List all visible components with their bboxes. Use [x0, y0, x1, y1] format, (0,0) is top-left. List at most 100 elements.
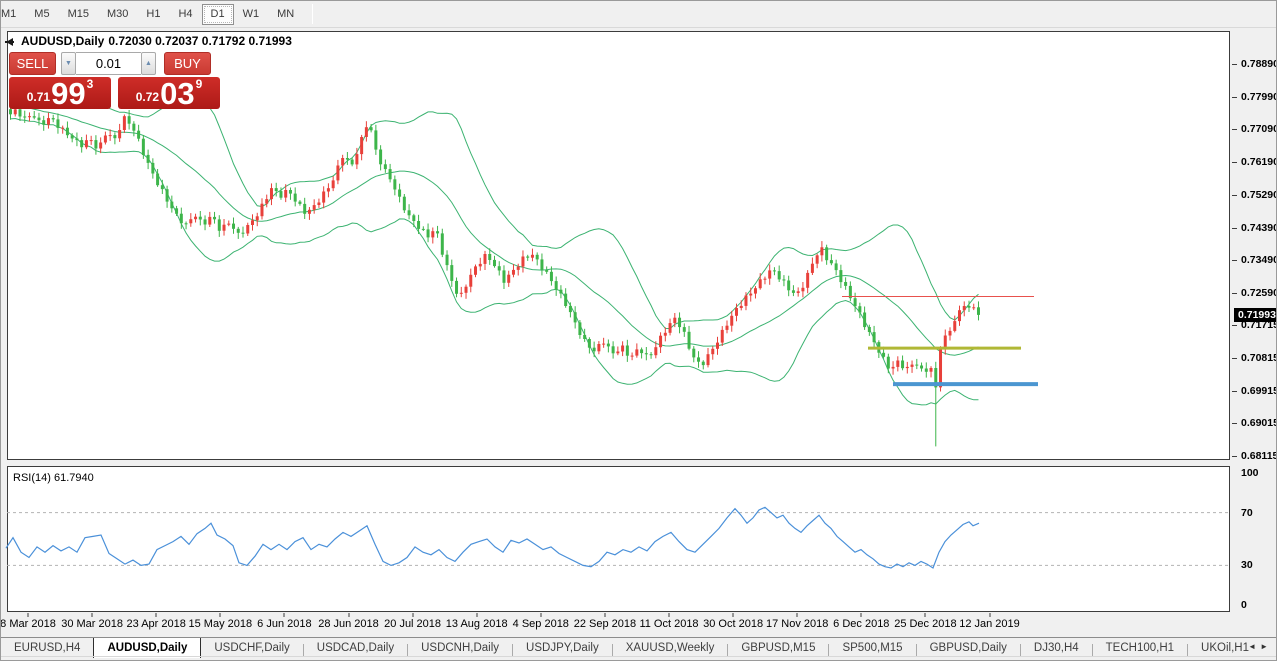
price-tick-mark — [1232, 456, 1237, 457]
symbol-tab-usdchf[interactable]: USDCHF,Daily — [201, 638, 302, 658]
price-tick-mark — [1232, 129, 1237, 130]
date-label: 12 Jan 2019 — [959, 618, 1020, 630]
chart-title-quote: 0.72030 0.72037 0.71792 0.71993 — [108, 34, 292, 48]
date-tick-mark — [92, 613, 93, 617]
price-tick-mark — [1232, 325, 1237, 326]
symbol-tab-usdcnh[interactable]: USDCNH,Daily — [408, 638, 512, 658]
date-tick-mark — [476, 613, 477, 617]
chevron-down-icon: ▼ — [65, 60, 72, 67]
date-tick-mark — [797, 613, 798, 617]
rsi-tick-label: 0 — [1241, 599, 1247, 611]
lot-increase-button[interactable]: ▲ — [141, 52, 156, 75]
price-tick-label: 0.77090 — [1241, 123, 1277, 135]
date-label: 6 Dec 2018 — [833, 618, 889, 630]
symbol-tab-tech100[interactable]: TECH100,H1 — [1093, 638, 1187, 658]
sell-price-prefix: 0.71 — [27, 90, 50, 104]
tab-scroll-left-icon[interactable]: ◄ — [1248, 642, 1260, 651]
timeframe-button-m15[interactable]: M15 — [59, 4, 98, 25]
price-tick-label: 0.77990 — [1241, 91, 1277, 103]
date-label: 15 May 2018 — [188, 618, 252, 630]
buy-price-big: 03 — [160, 80, 194, 108]
tab-scroll-right-icon[interactable]: ► — [1260, 642, 1272, 651]
buy-quote-box[interactable]: 0.72 03 9 — [118, 77, 220, 109]
buy-button[interactable]: BUY — [164, 52, 211, 75]
price-tick-label: 0.73490 — [1241, 254, 1277, 266]
date-tick-mark — [284, 613, 285, 617]
price-tick-label: 0.69015 — [1241, 417, 1277, 429]
symbol-tab-gbpusd[interactable]: GBPUSD,Daily — [917, 638, 1020, 658]
price-tick-label: 0.76190 — [1241, 156, 1277, 168]
rsi-tick-label: 100 — [1241, 467, 1259, 479]
date-label: 4 Sep 2018 — [513, 618, 569, 630]
timeframe-button-h1[interactable]: H1 — [137, 4, 169, 25]
symbol-tab-gbpusd[interactable]: GBPUSD,M15 — [728, 638, 828, 658]
date-tick-mark — [220, 613, 221, 617]
date-tick-mark — [156, 613, 157, 617]
buy-price-pipette: 9 — [196, 77, 203, 91]
price-tick-mark — [1232, 162, 1237, 163]
symbol-tab-usdjpy[interactable]: USDJPY,Daily — [513, 638, 612, 658]
date-label: 13 Aug 2018 — [446, 618, 508, 630]
timeframe-button-d1[interactable]: D1 — [202, 4, 234, 25]
date-tick-mark — [733, 613, 734, 617]
timeframe-button-m5[interactable]: M5 — [25, 4, 58, 25]
chart-title: AUDUSD,Daily 0.72030 0.72037 0.71792 0.71… — [21, 34, 296, 48]
rsi-tick-label: 30 — [1241, 559, 1253, 571]
price-tick-label: 0.70815 — [1241, 352, 1277, 364]
rsi-indicator-pane[interactable] — [7, 466, 1230, 612]
price-tick-mark — [1232, 195, 1237, 196]
timeframe-button-m30[interactable]: M30 — [98, 4, 137, 25]
date-tick-mark — [861, 613, 862, 617]
date-tick-mark — [925, 613, 926, 617]
price-tick-label: 0.78890 — [1241, 58, 1277, 70]
trading-app-window: M1M5M15M30H1H4D1W1MN AUDUSD,Daily0.72030… — [0, 0, 1277, 661]
date-label: 25 Dec 2018 — [894, 618, 956, 630]
date-label: 6 Jun 2018 — [257, 618, 311, 630]
sell-quote-box[interactable]: 0.71 99 3 — [9, 77, 111, 109]
price-tick-mark — [1232, 64, 1237, 65]
buy-price-prefix: 0.72 — [136, 90, 159, 104]
chart-collapse-icon[interactable] — [6, 38, 13, 46]
chart-title-symbol: AUDUSD,Daily — [21, 34, 104, 48]
date-tick-mark — [604, 613, 605, 617]
price-tick-label: 0.68115 — [1241, 450, 1277, 462]
lot-size-input[interactable] — [76, 52, 141, 75]
price-tick-label: 0.75290 — [1241, 189, 1277, 201]
sell-price-pipette: 3 — [87, 77, 94, 91]
chevron-up-icon: ▲ — [145, 60, 152, 67]
date-tick-mark — [412, 613, 413, 617]
symbol-tab-dj30[interactable]: DJ30,H4 — [1021, 638, 1092, 658]
symbol-tab-audusd[interactable]: AUDUSD,Daily — [93, 637, 201, 658]
price-tick-label: 0.69915 — [1241, 385, 1277, 397]
timeframe-button-w1[interactable]: W1 — [234, 4, 269, 25]
date-label: 17 Nov 2018 — [766, 618, 828, 630]
sell-price-big: 99 — [51, 80, 85, 108]
symbol-tab-usdcad[interactable]: USDCAD,Daily — [304, 638, 407, 658]
date-label: 11 Oct 2018 — [639, 618, 698, 630]
one-click-trade-panel: SELL ▼ ▲ BUY 0.71 99 3 0.72 03 9 — [9, 52, 220, 109]
date-label: 22 Sep 2018 — [574, 618, 636, 630]
sell-button[interactable]: SELL — [9, 52, 56, 75]
price-tick-mark — [1232, 423, 1237, 424]
timeframe-button-m1[interactable]: M1 — [1, 4, 25, 25]
date-label: 23 Apr 2018 — [127, 618, 186, 630]
date-label: 20 Jul 2018 — [384, 618, 441, 630]
rsi-indicator-label: RSI(14) 61.7940 — [13, 472, 94, 484]
lot-decrease-button[interactable]: ▼ — [61, 52, 76, 75]
symbol-tab-bar: EURUSD,H4AUDUSD,DailyUSDCHF,DailyUSDCAD,… — [1, 637, 1277, 661]
timeframe-button-mn[interactable]: MN — [268, 4, 303, 25]
price-tick-mark — [1232, 391, 1237, 392]
symbol-tab-xauusd[interactable]: XAUUSD,Weekly — [613, 638, 728, 658]
timeframe-button-h4[interactable]: H4 — [169, 4, 201, 25]
tabbar-bottom-line — [1, 656, 1277, 657]
symbol-tab-sp500[interactable]: SP500,M15 — [829, 638, 915, 658]
price-tick-label: 0.74390 — [1241, 222, 1277, 234]
date-label: 30 Oct 2018 — [703, 618, 763, 630]
timeframe-toolbar: M1M5M15M30H1H4D1W1MN — [1, 1, 1276, 28]
toolbar-separator — [312, 4, 313, 24]
date-label: 8 Mar 2018 — [0, 618, 56, 630]
price-tick-mark — [1232, 358, 1237, 359]
date-label: 28 Jun 2018 — [318, 618, 379, 630]
symbol-tab-eurusd[interactable]: EURUSD,H4 — [1, 638, 93, 658]
price-tick-mark — [1232, 228, 1237, 229]
